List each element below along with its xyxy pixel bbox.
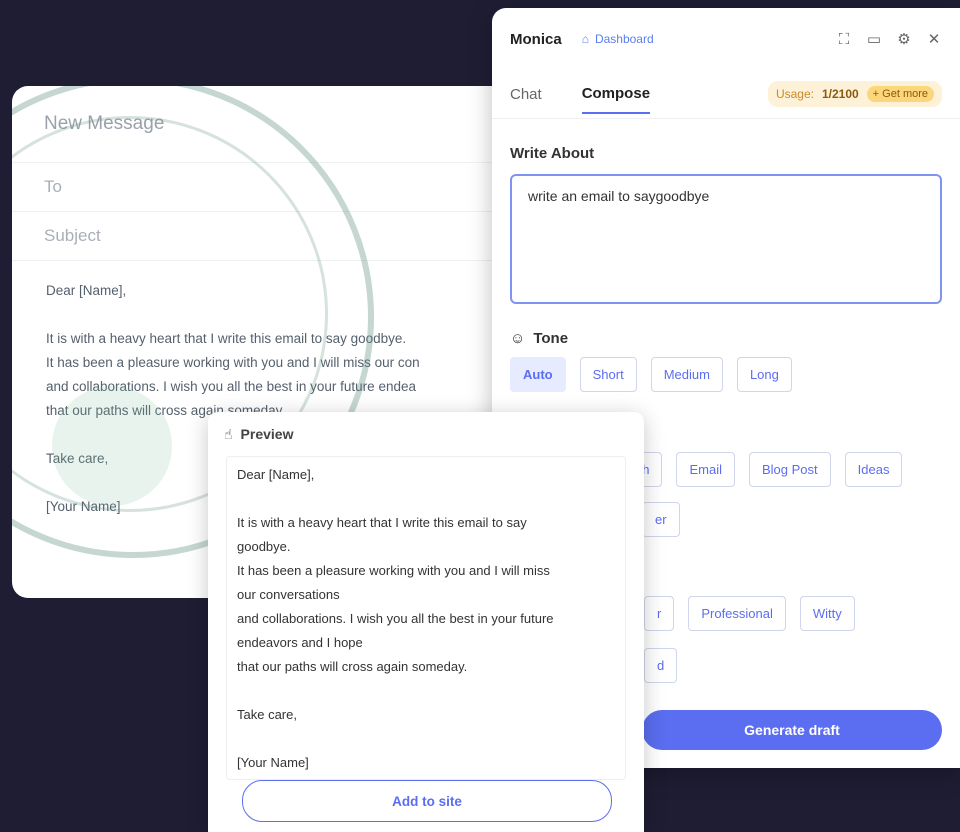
preview-greeting: Dear [Name],: [237, 467, 315, 482]
tone-row: ☺ Tone: [510, 330, 942, 347]
preview-title: Preview: [240, 426, 294, 442]
monica-header: Monica ⌂ Dashboard ⛶ ▭ ⚙ ✕: [492, 8, 960, 70]
tone-options: r Professional Witty: [644, 596, 855, 631]
format-email[interactable]: Email: [676, 452, 735, 487]
dashboard-link[interactable]: ⌂ Dashboard: [582, 32, 654, 46]
generate-draft-button[interactable]: Generate draft: [642, 710, 942, 750]
tab-chat[interactable]: Chat: [510, 76, 542, 113]
length-options: Auto Short Medium Long: [510, 357, 942, 392]
format-ideas[interactable]: Ideas: [844, 452, 903, 487]
dashboard-label: Dashboard: [594, 32, 654, 46]
close-icon[interactable]: ✕: [926, 31, 942, 48]
home-icon: ⌂: [581, 32, 589, 46]
length-long[interactable]: Long: [736, 357, 792, 392]
get-more-button[interactable]: + Get more: [866, 86, 934, 102]
header-icons: ⛶ ▭ ⚙ ✕: [836, 31, 942, 49]
preview-line: that our paths will cross again someday.: [237, 659, 468, 674]
usage-value: 1/2100: [821, 87, 859, 101]
format-options: ph Email Blog Post Ideas: [622, 452, 903, 487]
subject-field[interactable]: Subject: [12, 212, 532, 261]
format-partial[interactable]: er: [642, 502, 680, 537]
preview-paragraph: It is with a heavy heart that I write th…: [237, 511, 615, 679]
tone-icon: ☺: [510, 330, 526, 347]
preview-closing: Take care,: [237, 707, 297, 722]
add-to-site-button[interactable]: Add to site: [242, 780, 612, 822]
preview-header: ☝ Preview: [208, 412, 644, 456]
preview-line: It is with a heavy heart that I write th…: [237, 515, 527, 530]
usage-label: Usage:: [775, 87, 814, 101]
preview-line: and collaborations. I wish you all the b…: [237, 611, 554, 626]
usage-badge: Usage: 1/2100 + Get more: [767, 81, 942, 107]
preview-line: endeavors and I hope: [237, 635, 363, 650]
to-field[interactable]: To: [12, 163, 532, 212]
email-paragraph: It is with a heavy heart that I write th…: [46, 327, 498, 423]
email-line: and collaborations. I wish you all the b…: [46, 379, 416, 394]
monica-tabs: Chat Compose Usage: 1/2100 + Get more: [492, 70, 960, 119]
monica-title: Monica: [510, 30, 562, 48]
preview-icon: ☝: [224, 425, 233, 442]
tone-options-row2: d: [644, 648, 678, 683]
preview-signature: [Your Name]: [237, 755, 309, 770]
tone-title: Tone: [533, 330, 569, 347]
preview-line: goodbye.: [237, 539, 291, 554]
tone-partial-2[interactable]: d: [644, 648, 678, 683]
email-greeting: Dear [Name],: [46, 283, 127, 298]
format-options-row2: er: [642, 502, 680, 537]
tone-witty[interactable]: Witty: [799, 596, 855, 631]
email-header: New Message: [12, 86, 532, 163]
settings-icon[interactable]: ⚙: [896, 31, 912, 48]
length-auto[interactable]: Auto: [510, 357, 566, 392]
tone-partial[interactable]: r: [644, 596, 675, 631]
email-line: It has been a pleasure working with you …: [46, 355, 420, 370]
email-line: It is with a heavy heart that I write th…: [46, 331, 407, 346]
tone-professional[interactable]: Professional: [688, 596, 786, 631]
write-about-title: Write About: [510, 145, 595, 162]
write-about-input[interactable]: write an email to saygoodbye: [510, 174, 942, 304]
format-blog-post[interactable]: Blog Post: [748, 452, 831, 487]
preview-body: Dear [Name], It is with a heavy heart th…: [226, 456, 626, 780]
length-short[interactable]: Short: [579, 357, 637, 392]
length-medium[interactable]: Medium: [650, 357, 723, 392]
preview-line: It has been a pleasure working with you …: [237, 563, 550, 578]
preview-line: our conversations: [237, 587, 340, 602]
preview-panel: ☝ Preview Dear [Name], It is with a heav…: [208, 412, 644, 832]
window-icon[interactable]: ▭: [866, 31, 882, 48]
expand-icon[interactable]: ⛶: [836, 31, 852, 48]
tab-compose[interactable]: Compose: [581, 75, 651, 114]
